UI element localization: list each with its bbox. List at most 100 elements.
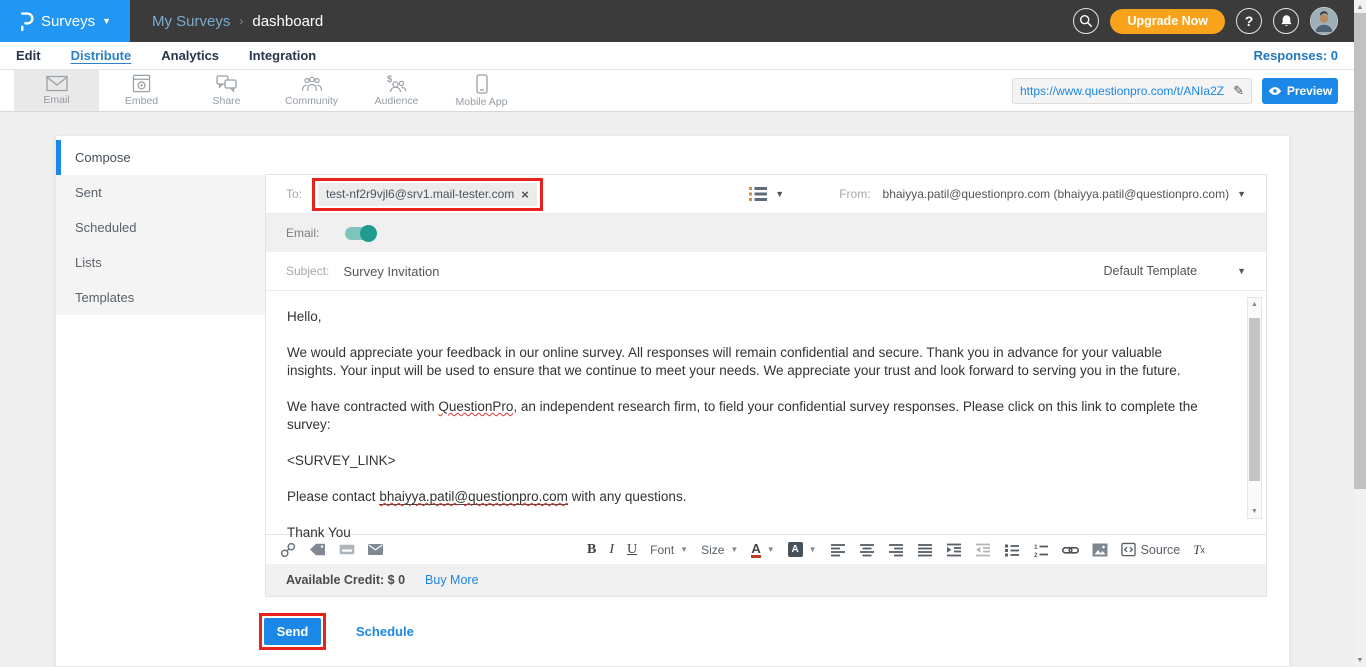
credit-row: Available Credit: $ 0 Buy More [266,564,1266,596]
underline-button[interactable]: U [627,542,637,558]
editor-scrollbar[interactable]: ▲ ▼ [1247,297,1262,519]
template-selector[interactable]: Default Template ▼ [1104,264,1247,278]
chevron-down-icon: ▼ [730,545,738,554]
send-button[interactable]: Send [264,618,321,645]
schedule-link[interactable]: Schedule [356,624,414,639]
bold-button[interactable]: B [587,542,596,558]
remove-format-button[interactable]: Tx [1193,542,1205,558]
body-paragraph: We would appreciate your feedback in our… [287,344,1206,380]
merge-tag-icon[interactable] [309,543,326,556]
size-dropdown[interactable]: Size ▼ [701,543,738,557]
text-color-letter: A [751,542,760,558]
sidebar-item-scheduled[interactable]: Scheduled [56,210,265,245]
align-right-icon[interactable] [888,542,904,558]
recipient-row: To: test-nf2r9vjl6@srv1.mail-tester.com … [266,175,1266,214]
survey-url-text: https://www.questionpro.com/t/ANIa2Z [1020,84,1233,98]
question-mark-icon: ? [1245,13,1254,29]
insert-link-icon[interactable] [1062,542,1079,558]
misspelled-word: QuestionPro [438,399,513,414]
page-scrollbar-thumb[interactable] [1354,13,1366,489]
keyboard-icon[interactable] [339,544,355,555]
italic-button[interactable]: I [609,542,614,558]
sidebar-item-compose[interactable]: Compose [56,140,265,175]
questionpro-distribute-email-page: Surveys ▼ My Surveys › dashboard Upgrade… [0,0,1366,667]
user-avatar[interactable] [1310,7,1338,35]
insert-image-icon[interactable] [1092,543,1108,557]
channel-email[interactable]: Email [14,70,99,111]
page-scrollbar[interactable]: ▲ ▼ [1354,0,1366,667]
scroll-up-icon[interactable]: ▲ [1248,298,1261,311]
background-color-button[interactable]: A▼ [788,542,817,557]
buy-more-link[interactable]: Buy More [425,573,479,587]
source-button[interactable]: Source [1121,542,1181,557]
search-button[interactable] [1073,8,1099,34]
help-button[interactable]: ? [1236,8,1262,34]
sidebar-item-lists[interactable]: Lists [56,245,265,280]
channel-label: Embed [125,95,158,107]
tab-integration[interactable]: Integration [249,48,316,63]
share-icon [216,75,237,93]
sidebar-item-sent[interactable]: Sent [56,175,265,210]
email-body-editor[interactable]: Hello, We would appreciate your feedback… [266,291,1266,534]
scroll-up-icon[interactable]: ▲ [1354,1,1366,13]
recipient-chip[interactable]: test-nf2r9vjl6@srv1.mail-tester.com × [318,183,537,206]
indent-icon[interactable] [946,542,962,558]
sidebar-item-templates[interactable]: Templates [56,280,265,315]
breadcrumb-my-surveys[interactable]: My Surveys [152,13,230,30]
size-dropdown-label: Size [701,543,724,557]
subject-input[interactable]: Survey Invitation [343,264,439,279]
scroll-down-icon[interactable]: ▼ [1354,654,1366,666]
from-chevron-down-icon[interactable]: ▼ [1237,189,1246,199]
tab-distribute[interactable]: Distribute [71,48,132,63]
send-actions: Send Schedule [259,613,414,650]
editor-scrollbar-thumb[interactable] [1249,318,1260,481]
recipient-row-right: ▼ From: bhaiyya.patil@questionpro.com (b… [749,187,1246,201]
outdent-icon[interactable] [975,542,991,558]
body-text: Please contact [287,489,379,504]
remove-format-t: T [1193,542,1200,558]
scroll-down-icon[interactable]: ▼ [1248,505,1261,518]
product-menu-label: Surveys [41,13,95,30]
channel-share[interactable]: Share [184,70,269,111]
audience-icon: $ [386,74,408,93]
channel-mobile-app[interactable]: Mobile App [439,70,524,111]
insert-survey-link-icon[interactable] [280,542,296,558]
source-button-label: Source [1141,543,1181,557]
preview-button[interactable]: Preview [1262,78,1338,104]
recipient-email: test-nf2r9vjl6@srv1.mail-tester.com [326,187,514,201]
search-icon [1079,14,1093,28]
align-center-icon[interactable] [859,542,875,558]
numbered-list-icon[interactable]: 12 [1033,542,1049,558]
font-dropdown[interactable]: Font▼ [650,543,688,557]
tab-edit[interactable]: Edit [16,48,41,63]
tab-analytics[interactable]: Analytics [161,48,219,63]
breadcrumb: My Surveys › dashboard [152,13,323,30]
edit-pencil-icon[interactable]: ✎ [1233,83,1244,99]
email-compose-card: Compose Sent Scheduled Lists Templates T… [55,135,1290,667]
contact-email-link[interactable]: bhaiyya.patil@questionpro.com [379,489,568,505]
bell-icon [1280,14,1293,28]
text-color-button[interactable]: A▼ [751,542,774,558]
avatar-photo [1311,8,1337,34]
toggle-knob [360,225,377,242]
notifications-button[interactable] [1273,8,1299,34]
list-chevron-down-icon[interactable]: ▼ [775,189,784,199]
from-address-dropdown[interactable]: bhaiyya.patil@questionpro.com (bhaiyya.p… [883,187,1230,201]
email-toggle-switch[interactable] [345,227,375,240]
channel-embed[interactable]: Embed [99,70,184,111]
channel-audience[interactable]: $ Audience [354,70,439,111]
align-left-icon[interactable] [830,542,846,558]
survey-url-field[interactable]: https://www.questionpro.com/t/ANIa2Z ✎ [1012,78,1252,104]
product-switcher[interactable]: Surveys ▼ [0,0,130,42]
channel-community[interactable]: Community [269,70,354,111]
chevron-down-icon: ▼ [680,545,688,554]
svg-text:1: 1 [1034,544,1038,551]
upgrade-now-button[interactable]: Upgrade Now [1110,9,1225,34]
channel-label: Email [43,94,69,106]
align-justify-icon[interactable] [917,542,933,558]
bullet-list-icon[interactable] [1004,542,1020,558]
remove-recipient-icon[interactable]: × [521,187,529,202]
breadcrumb-current: dashboard [252,13,323,30]
select-list-icon[interactable] [749,187,767,201]
email-template-icon[interactable] [368,544,383,555]
